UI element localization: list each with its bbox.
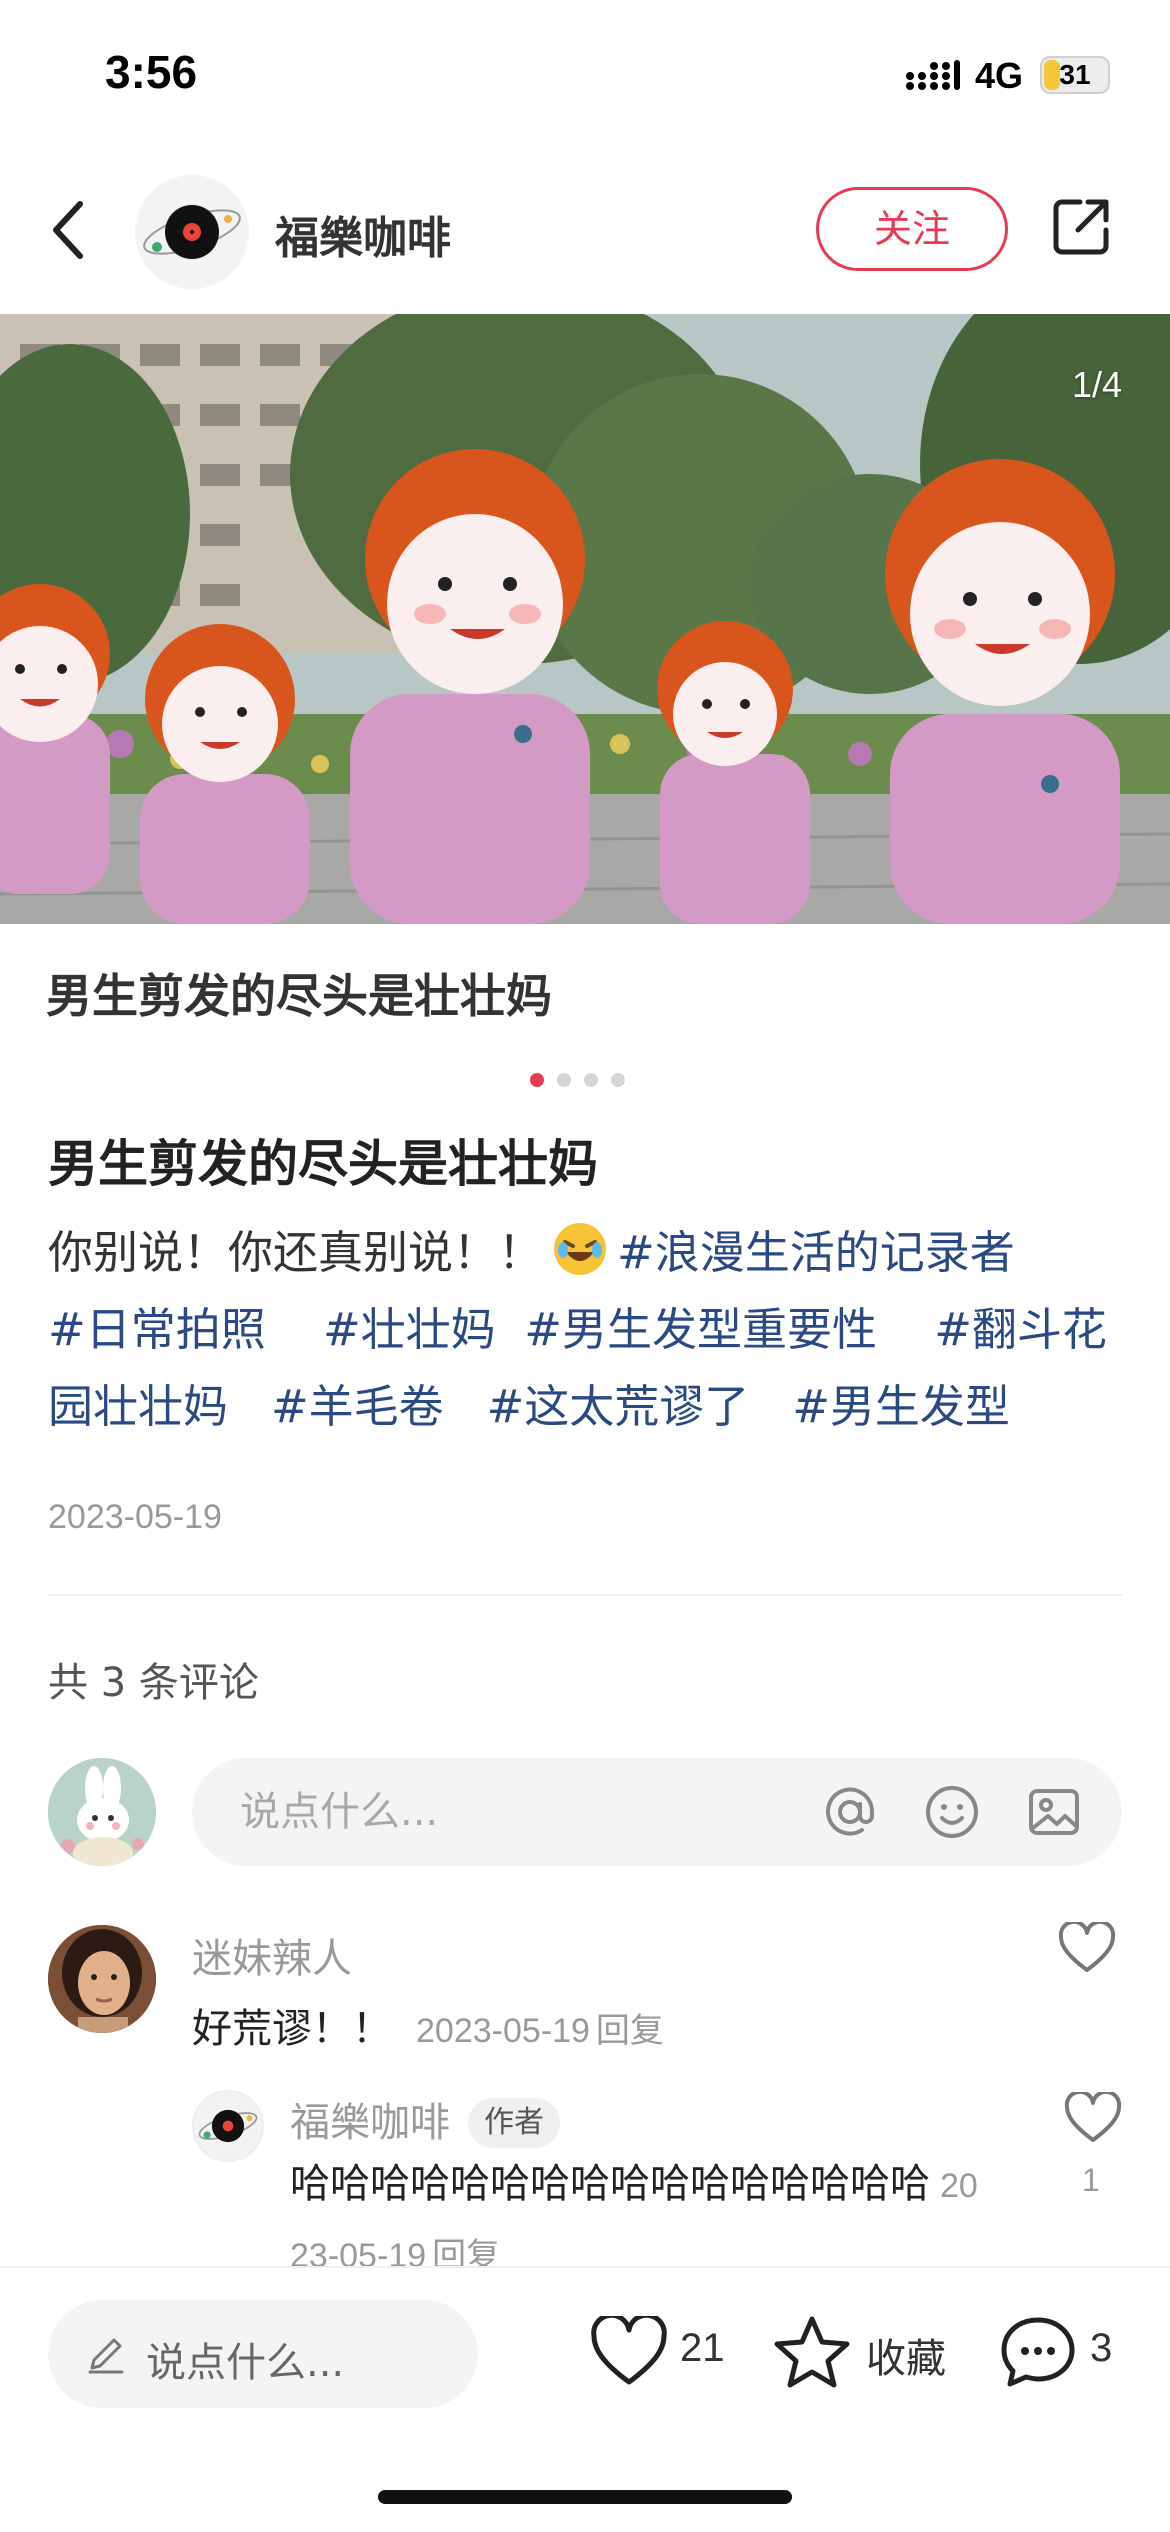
vinyl-planet-logo: [143, 205, 241, 259]
share-icon[interactable]: [1050, 194, 1114, 258]
post-header: 福樂咖啡 关注: [0, 170, 1170, 290]
post-title: 男生剪发的尽头是壮壮妈: [48, 1135, 598, 1193]
battery-icon: 31: [1040, 56, 1110, 94]
bottom-input-placeholder: 说点什么...: [146, 2340, 345, 2386]
post-description: 你别说！你还真别说！！ #浪漫生活的记录者 #日常拍照 #壮壮妈 #男生发型重要…: [48, 1214, 1138, 1445]
follow-button[interactable]: 关注: [816, 187, 1008, 271]
commenter-photo: [48, 1925, 156, 2033]
comment-bubble-icon[interactable]: [998, 2314, 1078, 2390]
reply-text: 哈哈哈哈哈哈哈哈哈哈哈哈哈哈哈哈: [290, 2161, 930, 2207]
pencil-icon: [88, 2338, 124, 2374]
like-heart-icon[interactable]: [590, 2316, 668, 2388]
reply-like-count: 1: [1082, 2162, 1100, 2198]
carousel-dot[interactable]: [611, 1073, 625, 1087]
emoji-icon[interactable]: [924, 1784, 980, 1840]
comment-input-box[interactable]: [192, 1758, 1122, 1866]
status-time: 3:56: [105, 46, 198, 98]
hashtag-link[interactable]: #壮壮妈: [323, 1303, 496, 1356]
vinyl-planet-logo: [198, 2109, 258, 2143]
comment-count: 共 3 条评论: [48, 1660, 259, 1706]
reply-link[interactable]: 回复: [596, 2011, 664, 2051]
my-avatar[interactable]: [48, 1758, 156, 1866]
network-type: 4G: [975, 55, 1024, 96]
image-counter: 1/4: [1071, 364, 1122, 405]
commenter-avatar[interactable]: [48, 1925, 156, 2033]
status-bar: 3:56 4G 31: [0, 0, 1170, 150]
carousel-dot[interactable]: [530, 1073, 544, 1087]
comment-input[interactable]: [240, 1758, 780, 1866]
post-text: 你别说！你还真别说！！: [48, 1226, 544, 1279]
back-arrow-icon[interactable]: [48, 198, 88, 262]
cartoon-figure: [0, 584, 110, 894]
image-caption: 男生剪发的尽头是壮壮妈: [46, 969, 552, 1023]
carousel-dot[interactable]: [584, 1073, 598, 1087]
signal-icon: [906, 60, 960, 90]
author-badge: 作者: [468, 2098, 560, 2148]
hashtag-link[interactable]: #男生发型: [792, 1380, 1010, 1433]
post-date: 2023-05-19: [48, 1498, 222, 1536]
comment-body: 好荒谬！！ 2023-05-19 回复: [192, 1996, 664, 2054]
carousel-dot[interactable]: [557, 1073, 571, 1087]
hashtag-link[interactable]: #男生发型重要性: [524, 1303, 877, 1356]
image-icon[interactable]: [1026, 1784, 1082, 1840]
author-avatar[interactable]: [135, 175, 249, 289]
favorite-star-icon[interactable]: [772, 2314, 852, 2390]
reply-username: 福樂咖啡 作者: [290, 2090, 560, 2148]
cartoon-photo: [0, 314, 1170, 924]
reply-author-name[interactable]: 福樂咖啡: [290, 2100, 450, 2146]
carousel-dots: [530, 1072, 638, 1090]
battery-percent: 31: [1059, 59, 1091, 90]
comment-username[interactable]: 迷妹辣人: [192, 1926, 352, 1984]
home-indicator[interactable]: [378, 2490, 792, 2504]
divider: [48, 1594, 1122, 1596]
comment-text: 好荒谬！！: [192, 2006, 392, 2052]
hashtag-link[interactable]: #浪漫生活的记录者: [617, 1226, 1015, 1279]
reply-author-avatar[interactable]: [192, 2090, 264, 2162]
reply-like-heart-icon[interactable]: [1064, 2092, 1122, 2144]
favorite-label[interactable]: 收藏: [866, 2326, 946, 2384]
comment-like-heart-icon[interactable]: [1058, 1922, 1116, 1974]
bottom-comment-input[interactable]: 说点什么...: [48, 2300, 478, 2408]
bottom-action-bar: 说点什么... 21 收藏 3: [0, 2266, 1170, 2532]
author-name[interactable]: 福樂咖啡: [275, 202, 451, 266]
hashtag-link[interactable]: #日常拍照: [48, 1303, 266, 1356]
hashtag-link[interactable]: #这太荒谬了: [487, 1380, 750, 1433]
like-count: 21: [680, 2326, 725, 2370]
rofl-emoji-icon: [554, 1223, 607, 1275]
comment-count-bottom: 3: [1090, 2326, 1113, 2370]
post-image[interactable]: 1/4: [0, 314, 1170, 924]
hashtag-link[interactable]: #羊毛卷: [271, 1380, 444, 1433]
comment-date: 2023-05-19: [416, 2012, 590, 2050]
bunny-avatar-image: [48, 1758, 156, 1866]
mention-icon[interactable]: [822, 1784, 878, 1840]
